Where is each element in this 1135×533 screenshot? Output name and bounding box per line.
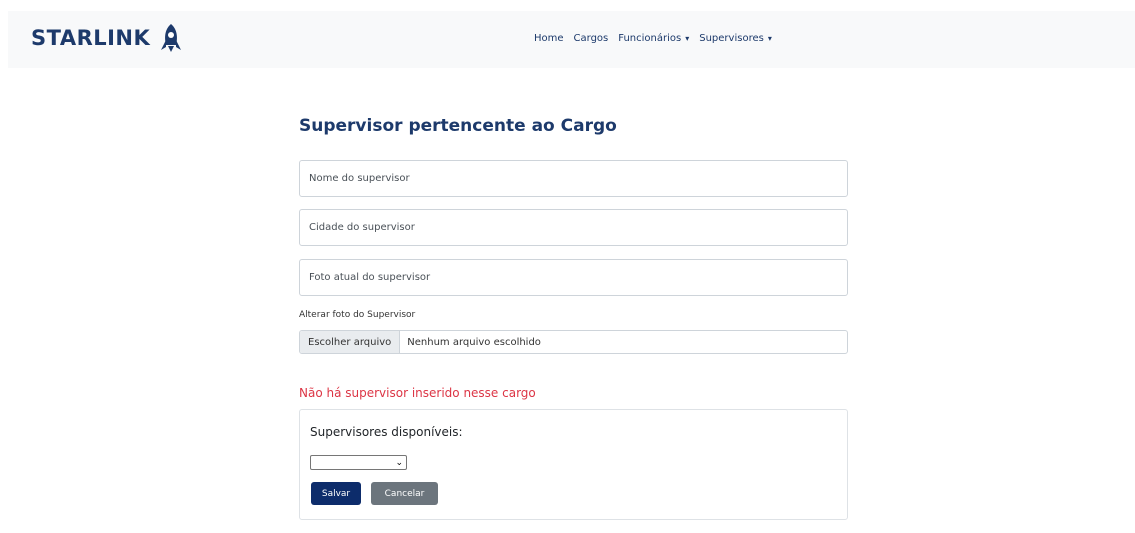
choose-file-button[interactable]: Escolher arquivo — [300, 331, 401, 353]
supervisor-name-placeholder: Nome do supervisor — [309, 173, 410, 184]
rocket-icon — [160, 23, 182, 53]
photo-file-input[interactable]: Escolher arquivo Nenhum arquivo escolhid… — [299, 330, 848, 354]
supervisor-name-field[interactable]: Nome do supervisor — [299, 160, 848, 197]
change-photo-label: Alterar foto do Supervisor — [299, 310, 416, 320]
nav-link-home-label: Home — [534, 32, 564, 44]
nav-dropdown-supervisores-label: Supervisores — [699, 32, 764, 44]
nav-dropdown-supervisores[interactable]: Supervisores ▾ — [699, 33, 772, 44]
nav-link-cargos-label: Cargos — [573, 32, 609, 44]
supervisor-city-placeholder: Cidade do supervisor — [309, 222, 415, 233]
cancel-button[interactable]: Cancelar — [371, 482, 438, 505]
navbar: STARLINK Home Cargos Funcionários ▾ Super… — [8, 11, 1135, 68]
nav-link-cargos[interactable]: Cargos — [574, 33, 609, 44]
supervisor-current-photo-field[interactable]: Foto atual do supervisor — [299, 259, 848, 296]
file-status-text: Nenhum arquivo escolhido — [407, 336, 541, 348]
brand-name: STARLINK — [31, 26, 151, 50]
supervisor-city-field[interactable]: Cidade do supervisor — [299, 209, 848, 246]
available-supervisors-label: Supervisores disponíveis: — [310, 425, 463, 439]
supervisor-select[interactable]: ⌄ — [310, 455, 407, 470]
caret-down-icon: ▾ — [767, 33, 772, 43]
nav-dropdown-funcionarios-label: Funcionários — [618, 32, 682, 44]
save-button[interactable]: Salvar — [311, 482, 361, 505]
chevron-down-icon: ⌄ — [395, 457, 403, 468]
nav-menu: Home Cargos Funcionários ▾ Supervisores ▾ — [534, 28, 782, 48]
nav-dropdown-funcionarios[interactable]: Funcionários ▾ — [618, 33, 689, 44]
no-supervisor-alert: Não há supervisor inserido nesse cargo — [299, 386, 536, 400]
nav-link-home[interactable]: Home — [534, 33, 564, 44]
available-supervisors-card: Supervisores disponíveis: ⌄ Salvar Cance… — [299, 409, 848, 520]
supervisor-current-photo-placeholder: Foto atual do supervisor — [309, 272, 431, 283]
caret-down-icon: ▾ — [685, 33, 690, 43]
brand-link[interactable]: STARLINK — [31, 22, 182, 54]
page-title: Supervisor pertencente ao Cargo — [299, 116, 617, 136]
